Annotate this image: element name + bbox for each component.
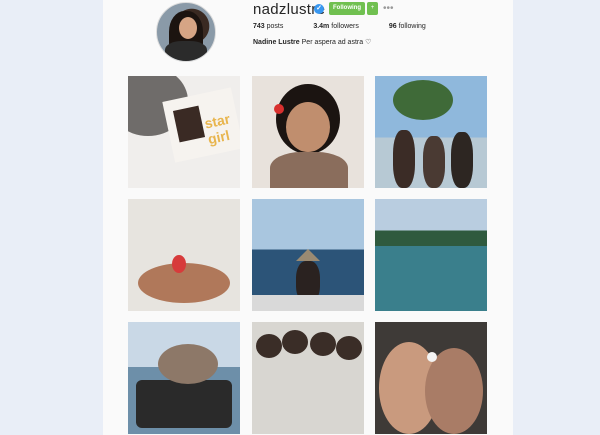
profile-avatar[interactable] — [156, 2, 216, 62]
posts-label: posts — [266, 23, 284, 30]
group-people — [158, 344, 218, 384]
flower — [427, 352, 437, 362]
post-thumbnail-6[interactable] — [375, 199, 487, 311]
post-thumbnail-3[interactable] — [375, 76, 487, 188]
head-4 — [336, 336, 362, 360]
head-1 — [256, 334, 282, 358]
more-options-icon[interactable]: ••• — [383, 2, 394, 15]
posts-count: 743 — [253, 23, 265, 30]
post-thumbnail-4[interactable] — [128, 199, 240, 311]
suggestions-dropdown-button[interactable]: + — [367, 2, 378, 15]
post-thumbnail-1[interactable]: star girl — [128, 76, 240, 188]
avatar-shirt — [165, 41, 207, 61]
post-thumbnail-5[interactable] — [252, 199, 364, 311]
following-count: 96 — [388, 23, 397, 30]
face — [286, 102, 330, 152]
avatar-face — [179, 17, 197, 39]
profile-stats: 743 posts 3.4m followers 96 following — [253, 23, 454, 30]
boat-deck — [252, 295, 364, 311]
followers-count: 3.4m — [313, 23, 330, 30]
following-button[interactable]: Following — [329, 2, 365, 15]
post-thumbnail-2[interactable] — [252, 76, 364, 188]
post-thumbnail-7[interactable] — [128, 322, 240, 434]
person-1 — [393, 130, 415, 188]
profile-bio: Nadine Lustre Per aspera ad astra ♡ — [253, 38, 371, 46]
profile-bio-text: Per aspera ad astra ♡ — [301, 39, 372, 46]
followers-stat[interactable]: 3.4m followers — [313, 23, 373, 30]
verified-badge-icon: ✓ — [314, 4, 324, 14]
head-3 — [310, 332, 336, 356]
person-3 — [451, 132, 473, 188]
posts-stat: 743 posts — [253, 23, 297, 30]
head-2 — [282, 330, 308, 354]
palm-tree — [393, 80, 453, 120]
magazine-text: star girl — [203, 110, 232, 148]
followers-label: followers — [331, 23, 359, 30]
post-thumbnail-8[interactable] — [252, 322, 364, 434]
following-stat[interactable]: 96 following — [389, 23, 440, 30]
top — [270, 152, 348, 188]
jeep — [136, 380, 232, 428]
post-thumbnail-9[interactable] — [375, 322, 487, 434]
flower — [274, 104, 284, 114]
profile-full-name: Nadine Lustre — [253, 39, 300, 46]
hat — [296, 249, 320, 261]
following-label: following — [398, 23, 426, 30]
drink — [172, 255, 186, 273]
person-2 — [423, 136, 445, 188]
